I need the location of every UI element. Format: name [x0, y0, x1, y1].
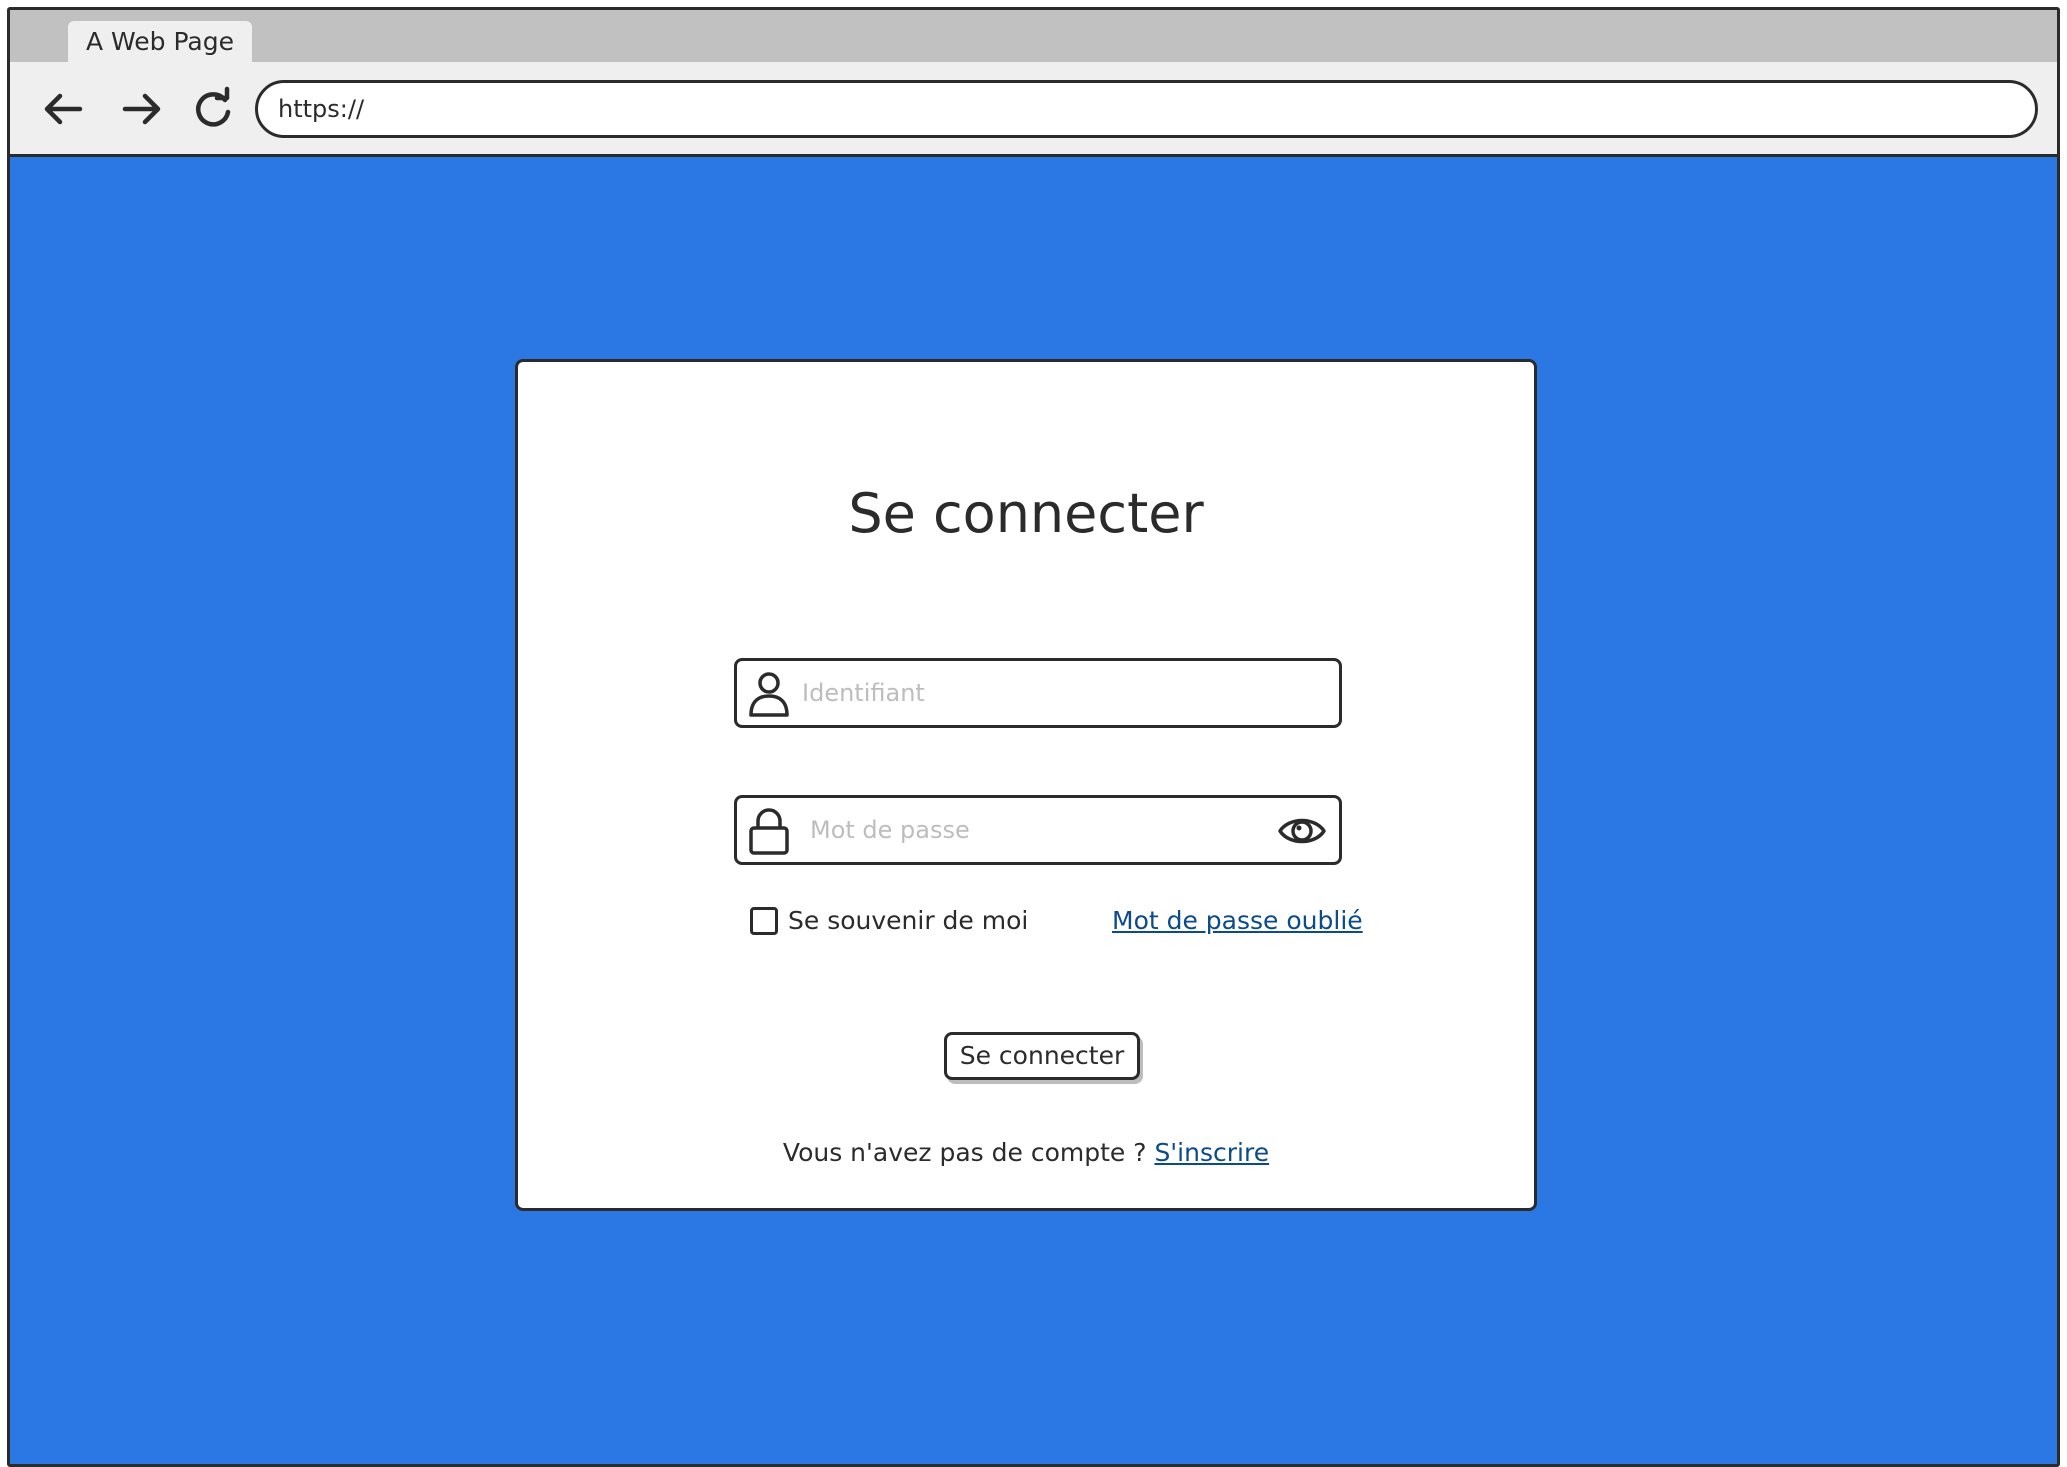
page-title: Se connecter	[848, 482, 1204, 545]
username-field[interactable]: Identifiant	[734, 658, 1342, 728]
remember-me[interactable]: Se souvenir de moi	[750, 906, 1028, 935]
arrow-right-icon	[122, 93, 161, 125]
arrow-left-icon	[44, 93, 83, 125]
password-field[interactable]: Mot de passe	[734, 795, 1342, 865]
forgot-password-link[interactable]: Mot de passe oublié	[1112, 906, 1363, 935]
login-button[interactable]: Se connecter	[944, 1032, 1140, 1080]
browser-tab[interactable]: A Web Page	[68, 21, 252, 62]
reload-icon	[196, 86, 231, 127]
remember-label: Se souvenir de moi	[788, 906, 1029, 935]
password-placeholder: Mot de passe	[810, 816, 970, 844]
reload-button[interactable]	[188, 84, 238, 134]
browser-toolbar: https://	[10, 62, 2057, 157]
address-bar[interactable]: https://	[255, 80, 2038, 138]
signup-link[interactable]: S'inscrire	[1154, 1138, 1269, 1167]
tab-strip: A Web Page	[10, 10, 2057, 62]
browser-window: A Web Page https:// Se connecter Identif…	[7, 7, 2060, 1467]
no-account-text: Vous n'avez pas de compte ?	[782, 1138, 1147, 1167]
user-icon	[745, 669, 793, 719]
remember-checkbox[interactable]	[750, 906, 778, 935]
signup-row: Vous n'avez pas de compte ? S'inscrire	[518, 1138, 1534, 1167]
login-card: Se connecter Identifiant Mot de passe Se…	[515, 359, 1537, 1211]
back-button[interactable]	[38, 84, 88, 134]
lock-icon	[745, 806, 793, 856]
forward-button[interactable]	[117, 84, 167, 134]
username-placeholder: Identifiant	[802, 679, 925, 707]
eye-icon[interactable]	[1277, 808, 1327, 854]
